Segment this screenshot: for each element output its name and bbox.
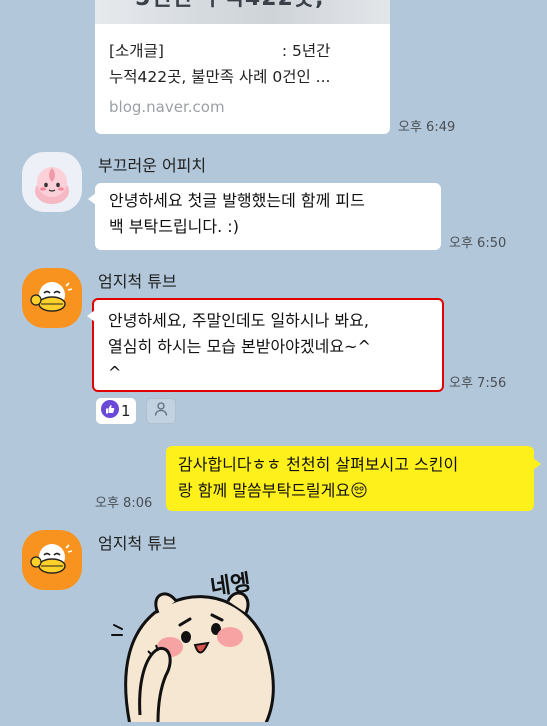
message-time: 오후 8:06 bbox=[95, 496, 153, 511]
sender-name: 엄지척 튜브 bbox=[98, 534, 177, 553]
message-text-line1: 안녕하세요, 주말인데도 일하시나 봐요, bbox=[108, 311, 369, 330]
link-title-prefix: [소개글] bbox=[109, 42, 164, 60]
like-count: 1 bbox=[121, 402, 131, 420]
add-reaction-button[interactable] bbox=[146, 398, 176, 424]
message-text-line1: 안녕하세요 첫글 발행했는데 함께 피드 bbox=[109, 191, 365, 210]
tube-avatar-icon[interactable] bbox=[22, 268, 82, 328]
message-time: 오후 6:50 bbox=[449, 236, 507, 251]
like-reaction-button[interactable]: 1 bbox=[96, 398, 136, 424]
tube-avatar-icon[interactable] bbox=[22, 530, 82, 590]
hamster-sticker-icon[interactable]: 네엥 bbox=[100, 565, 280, 726]
message-text-line3: ^ bbox=[108, 363, 122, 382]
link-title-line2: 누적422곳, 불만족 사례 0건인 ... bbox=[109, 68, 331, 86]
link-domain: blog.naver.com bbox=[109, 98, 225, 116]
message-bubble[interactable]: 안녕하세요 첫글 발행했는데 함께 피드 백 부탁드립니다. :) bbox=[88, 183, 441, 250]
my-message-bubble[interactable]: 감사합니다ㅎㅎ 천천히 살펴보시고 스킨이 랑 함께 말씀부탁드릴게요 bbox=[166, 446, 541, 511]
link-preview-card[interactable]: 5년간 누적422곳, [소개글] : 5년간 누적422곳, 불만족 사례 0건… bbox=[95, 0, 390, 134]
sender-name: 엄지척 튜브 bbox=[98, 272, 177, 291]
smile-emoji-icon bbox=[351, 480, 367, 506]
user-outline-icon bbox=[153, 401, 169, 421]
my-message-text-line1: 감사합니다ㅎㅎ 천천히 살펴보시고 스킨이 bbox=[178, 455, 459, 474]
message-time: 오후 7:56 bbox=[449, 376, 507, 391]
message-text-line2: 백 부탁드립니다. :) bbox=[109, 217, 239, 236]
link-thumbnail: 5년간 누적422곳, bbox=[95, 0, 390, 24]
sticker-text: 네엥 bbox=[208, 570, 253, 601]
apeach-avatar-icon[interactable] bbox=[22, 152, 82, 212]
link-title-suffix: : 5년간 bbox=[281, 42, 331, 60]
link-title: [소개글] : 5년간 누적422곳, 불만족 사례 0건인 ... bbox=[109, 38, 379, 90]
like-thumb-icon bbox=[101, 400, 119, 422]
message-bubble-highlighted[interactable]: 안녕하세요, 주말인데도 일하시나 봐요, 열심히 하시는 모습 본받아야겠네요… bbox=[87, 298, 444, 392]
sender-name: 부끄러운 어피치 bbox=[98, 156, 207, 175]
my-message-text-line2: 랑 함께 말씀부탁드릴게요 bbox=[178, 481, 351, 500]
link-thumbnail-text: 5년간 누적422곳, bbox=[135, 0, 324, 12]
message-time: 오후 6:49 bbox=[398, 120, 456, 135]
message-text-line2: 열심히 하시는 모습 본받아야겠네요~^ bbox=[108, 337, 371, 356]
